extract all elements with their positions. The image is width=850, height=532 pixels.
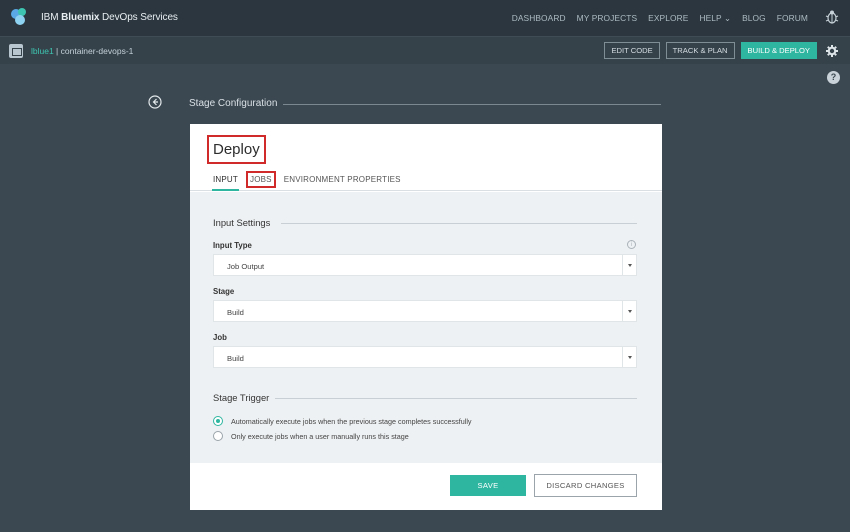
chevron-down-icon[interactable] [622, 347, 636, 367]
section-divider [275, 398, 637, 399]
job-value: Build [227, 354, 244, 363]
page-title: Stage Configuration [189, 98, 278, 109]
save-button[interactable]: SAVE [450, 475, 526, 496]
radio-automatic-label: Automatically execute jobs when the prev… [231, 416, 472, 426]
discard-changes-button[interactable]: DISCARD CHANGES [534, 474, 637, 497]
project-breadcrumb[interactable]: lblue1 | container-devops-1 [31, 46, 133, 56]
radio-manual-label: Only execute jobs when a user manually r… [231, 431, 409, 441]
input-type-value: Job Output [227, 262, 265, 271]
input-type-label: Input Type [213, 241, 252, 250]
radio-automatic[interactable] [213, 416, 223, 426]
stage-select[interactable]: Build [213, 300, 637, 322]
nav-dashboard[interactable]: DASHBOARD [512, 13, 566, 23]
input-type-select[interactable]: Job Output [213, 254, 637, 276]
trigger-option-automatic[interactable]: Automatically execute jobs when the prev… [213, 416, 472, 426]
input-settings-heading: Input Settings [213, 217, 271, 228]
radio-manual[interactable] [213, 431, 223, 441]
stage-name-heading: Deploy [207, 135, 266, 164]
stage-label: Stage [213, 287, 235, 296]
top-nav-bar: IBM Bluemix DevOps Services DASHBOARD MY… [0, 0, 850, 36]
stage-config-panel: Deploy INPUT JOBS ENVIRONMENT PROPERTIES… [190, 124, 662, 510]
build-deploy-button[interactable]: BUILD & DEPLOY [740, 42, 817, 59]
project-folder-icon [9, 44, 23, 58]
nav-explore[interactable]: EXPLORE [648, 13, 688, 23]
chevron-down-icon[interactable] [622, 255, 636, 275]
edit-code-button[interactable]: EDIT CODE [604, 42, 660, 59]
help-icon[interactable]: ? [827, 71, 840, 84]
section-divider [281, 223, 637, 224]
nav-my-projects[interactable]: MY PROJECTS [577, 13, 638, 23]
bluemix-logo-icon[interactable] [9, 6, 29, 28]
stage-trigger-heading: Stage Trigger [213, 392, 270, 403]
job-label: Job [213, 333, 227, 342]
brand-title[interactable]: IBM Bluemix DevOps Services [41, 12, 178, 23]
panel-header: Deploy INPUT JOBS ENVIRONMENT PROPERTIES [190, 124, 662, 191]
title-divider [283, 104, 661, 105]
nav-forum[interactable]: FORUM [777, 13, 808, 23]
track-plan-button[interactable]: TRACK & PLAN [665, 42, 735, 59]
job-select[interactable]: Build [213, 346, 637, 368]
main-nav: DASHBOARD MY PROJECTS EXPLORE HELP ⌄ BLO… [512, 0, 808, 36]
tab-environment-properties[interactable]: ENVIRONMENT PROPERTIES [284, 175, 401, 184]
project-actions: EDIT CODE TRACK & PLAN BUILD & DEPLOY [604, 42, 817, 59]
trigger-option-manual[interactable]: Only execute jobs when a user manually r… [213, 431, 409, 441]
tab-jobs[interactable]: JOBS [246, 171, 276, 188]
panel-footer: SAVE DISCARD CHANGES [190, 463, 662, 510]
stage-value: Build [227, 308, 244, 317]
tab-input[interactable]: INPUT [212, 175, 239, 191]
nav-blog[interactable]: BLOG [742, 13, 766, 23]
back-arrow-icon[interactable] [148, 95, 162, 109]
config-tabs: INPUT JOBS ENVIRONMENT PROPERTIES [212, 171, 401, 191]
panel-body: Input Settings Input Type i Job Output S… [190, 192, 662, 463]
info-icon[interactable]: i [627, 240, 636, 249]
nav-help[interactable]: HELP ⌄ [699, 13, 731, 23]
project-owner-link[interactable]: lblue1 [31, 46, 54, 56]
project-bar: lblue1 | container-devops-1 EDIT CODE TR… [0, 36, 850, 64]
bug-icon[interactable] [825, 9, 839, 25]
gear-icon[interactable] [826, 45, 838, 57]
project-name[interactable]: container-devops-1 [61, 46, 134, 56]
chevron-down-icon[interactable] [622, 301, 636, 321]
